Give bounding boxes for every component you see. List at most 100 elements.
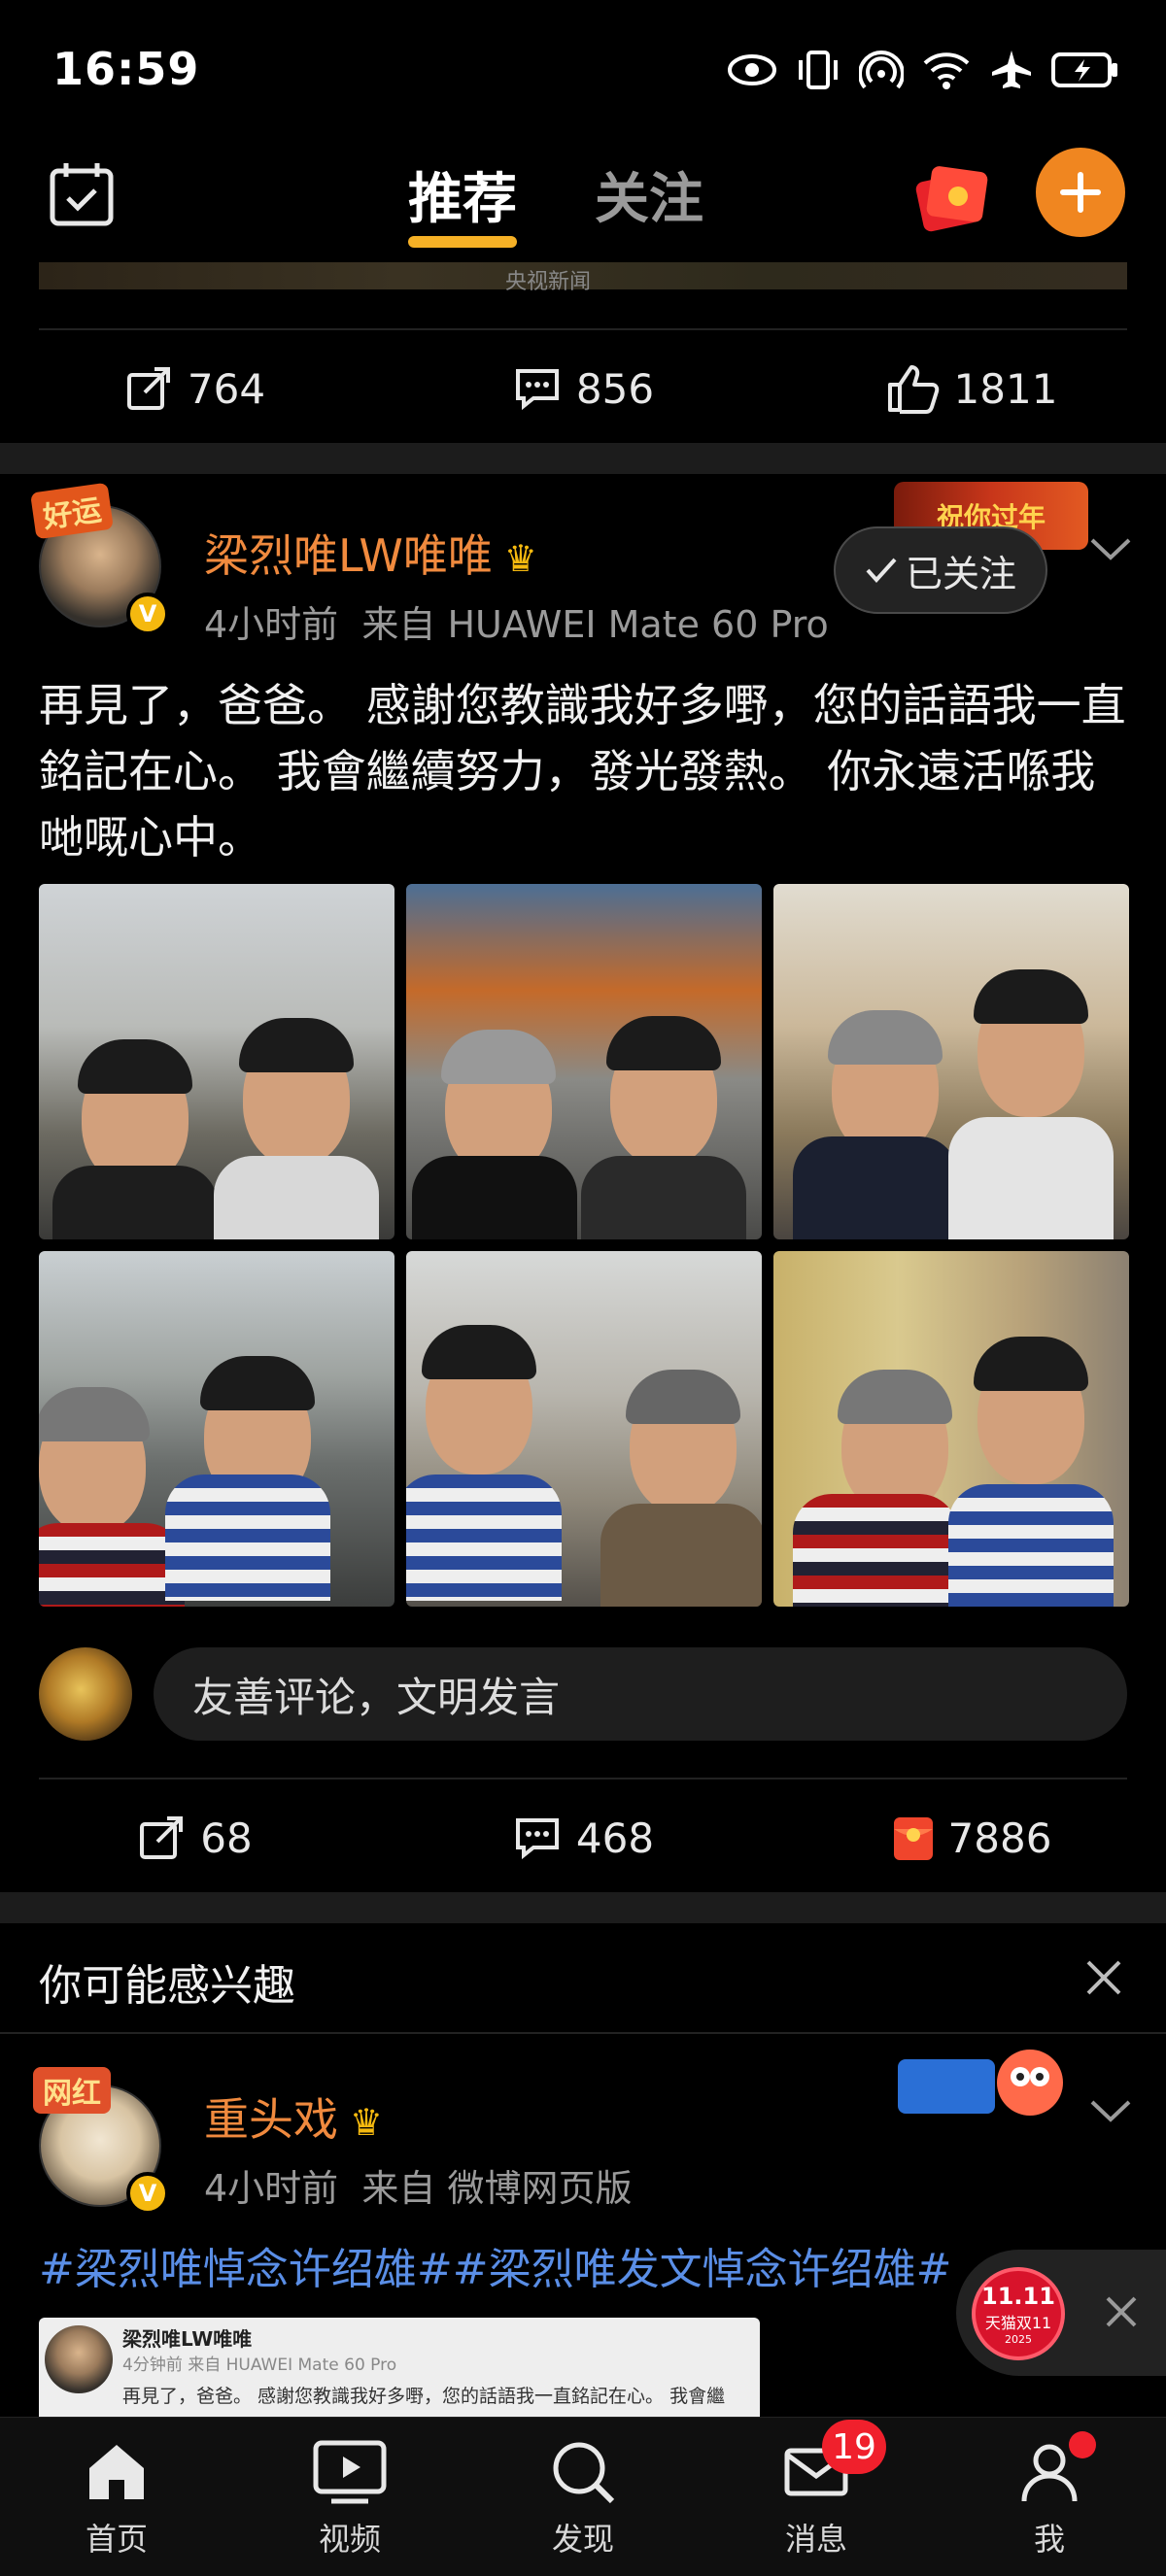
crown-icon: ♛: [503, 537, 537, 580]
nav-label: 消息: [784, 2521, 847, 2558]
chevron-down-icon[interactable]: [1086, 525, 1135, 573]
post-source: 来自 微博网页版: [361, 2167, 633, 2210]
battery-icon: [1051, 51, 1119, 89]
repost-count: 68: [200, 1813, 253, 1862]
repost-icon: [126, 367, 170, 410]
quoted-avatar: [45, 2325, 113, 2393]
post-actions: 68 468 7886: [0, 1779, 1166, 1896]
avatar-badge: 网红: [33, 2067, 111, 2114]
like-count: 7886: [947, 1813, 1052, 1862]
like-button[interactable]: 7886: [777, 1779, 1166, 1896]
interest-post-username[interactable]: 重头戏 ♛: [204, 2085, 383, 2149]
comment-count: 468: [575, 1813, 655, 1862]
nav-messages[interactable]: 消息 19: [700, 2418, 933, 2576]
follow-label: 已关注: [905, 552, 1016, 595]
top-nav: 推荐 关注: [0, 136, 1166, 262]
quoted-username: 梁烈唯LW唯唯: [122, 2327, 253, 2351]
floating-ad[interactable]: 11.11 天猫双11 2025: [956, 2250, 1166, 2376]
national-day-sticker-icon: [894, 2040, 1079, 2137]
photo-1[interactable]: [39, 884, 394, 1239]
username-text: 梁烈唯LW唯唯: [204, 529, 493, 582]
comment-icon: [515, 369, 559, 411]
comment-icon: [515, 1818, 559, 1860]
ad-line3: 2025: [1005, 2332, 1032, 2346]
like-count: 1811: [953, 364, 1058, 413]
repost-count: 764: [187, 364, 266, 413]
verified-badge-icon: V: [126, 2172, 169, 2215]
quoted-text: 再見了，爸爸。 感謝您教識我好多嘢，您的話語我一直銘記在心。 我會繼: [122, 2386, 726, 2407]
tab-following[interactable]: 关注: [595, 155, 703, 234]
nav-label: 发现: [551, 2521, 614, 2558]
bottom-nav: 首页 视频 发现 消息 19 我: [0, 2417, 1166, 2576]
ad-line1: 11.11: [981, 2282, 1055, 2310]
prev-post-source-tag: 央视新闻: [505, 270, 592, 294]
airplane-icon: [989, 49, 1034, 91]
repost-button[interactable]: 68: [0, 1779, 389, 1896]
status-time: 16:59: [52, 43, 200, 95]
crown-icon: ♛: [350, 2101, 384, 2144]
status-icons: [727, 49, 1119, 91]
chevron-down-icon[interactable]: [1086, 2086, 1135, 2135]
follow-button[interactable]: 已关注: [834, 526, 1047, 614]
hotspot-icon: [859, 49, 904, 91]
red-packet-icon[interactable]: [909, 157, 991, 239]
photo-6[interactable]: [773, 1251, 1129, 1607]
tmall-ad-icon[interactable]: 11.11 天猫双11 2025: [972, 2267, 1065, 2360]
status-bar: 16:59: [0, 0, 1166, 136]
prev-post-actions: 764 856 1811: [0, 330, 1166, 447]
comment-input[interactable]: 友善评论，文明发言: [154, 1647, 1127, 1741]
quoted-meta: 4分钟前 来自 HUAWEI Mate 60 Pro: [122, 2356, 397, 2375]
video-icon: [313, 2440, 387, 2504]
check-icon: [866, 558, 897, 583]
compose-plus-button[interactable]: [1036, 148, 1125, 237]
nav-video[interactable]: 视频: [233, 2418, 466, 2576]
comment-button[interactable]: 856: [389, 330, 777, 447]
photo-grid: [39, 884, 1129, 1607]
close-icon[interactable]: [1080, 1954, 1127, 2005]
ad-line2: 天猫双11: [984, 2313, 1052, 2332]
nav-home[interactable]: 首页: [0, 2418, 233, 2576]
post-meta: 4小时前 来自 HUAWEI Mate 60 Pro: [204, 594, 829, 648]
red-envelope-like-icon: [893, 1817, 933, 1860]
post-source: 来自 HUAWEI Mate 60 Pro: [361, 603, 829, 646]
nav-profile[interactable]: 我: [933, 2418, 1166, 2576]
interest-post-meta: 4小时前 来自 微博网页版: [204, 2158, 632, 2212]
photo-2[interactable]: [406, 884, 762, 1239]
home-icon: [89, 2445, 144, 2499]
wifi-icon: [921, 50, 972, 90]
nav-label: 首页: [85, 2521, 148, 2558]
photo-4[interactable]: [39, 1251, 394, 1607]
verified-badge-icon: V: [126, 593, 169, 635]
nav-discover[interactable]: 发现: [466, 2418, 700, 2576]
nav-label: 视频: [318, 2521, 381, 2558]
interest-title: 你可能感兴趣: [39, 1961, 295, 2011]
vibrate-icon: [795, 49, 841, 91]
feed-tabs: 推荐 关注: [408, 155, 703, 248]
comment-button[interactable]: 468: [389, 1779, 777, 1896]
repost-button[interactable]: 764: [0, 330, 389, 447]
quoted-post-card[interactable]: 梁烈唯LW唯唯 4分钟前 来自 HUAWEI Mate 60 Pro 再見了，爸…: [39, 2318, 760, 2419]
eye-icon: [727, 51, 777, 89]
search-icon: [553, 2442, 615, 2504]
like-button[interactable]: 1811: [777, 330, 1166, 447]
post-username[interactable]: 梁烈唯LW唯唯 ♛: [204, 521, 537, 585]
message-count-badge: 19: [822, 2420, 886, 2474]
calendar-checkin-icon[interactable]: [47, 159, 117, 233]
post-text: 再見了，爸爸。 感謝您教識我好多嘢，您的話語我一直銘記在心。 我會繼續努力，發光…: [39, 679, 1126, 864]
tab-recommended[interactable]: 推荐: [408, 155, 517, 248]
photo-3[interactable]: [773, 884, 1129, 1239]
notification-dot: [1069, 2431, 1096, 2458]
post-time: 4小时前: [204, 2167, 339, 2210]
thumbs-up-icon: [887, 365, 939, 414]
username-text: 重头戏: [204, 2093, 338, 2146]
post-time: 4小时前: [204, 603, 339, 646]
comment-row: 友善评论，文明发言: [39, 1647, 1127, 1745]
hashtag-link[interactable]: #梁烈唯悼念许绍雄##梁烈唯发文悼念许绍雄#: [39, 2234, 1011, 2296]
repost-icon: [140, 1816, 184, 1859]
post-avatar[interactable]: V 好运: [30, 482, 169, 635]
interest-post-avatar[interactable]: V 网红: [33, 2067, 169, 2215]
photo-5[interactable]: [406, 1251, 762, 1607]
close-icon[interactable]: [1102, 2292, 1141, 2335]
plus-icon: [1060, 172, 1101, 213]
nav-label: 我: [1033, 2521, 1065, 2558]
